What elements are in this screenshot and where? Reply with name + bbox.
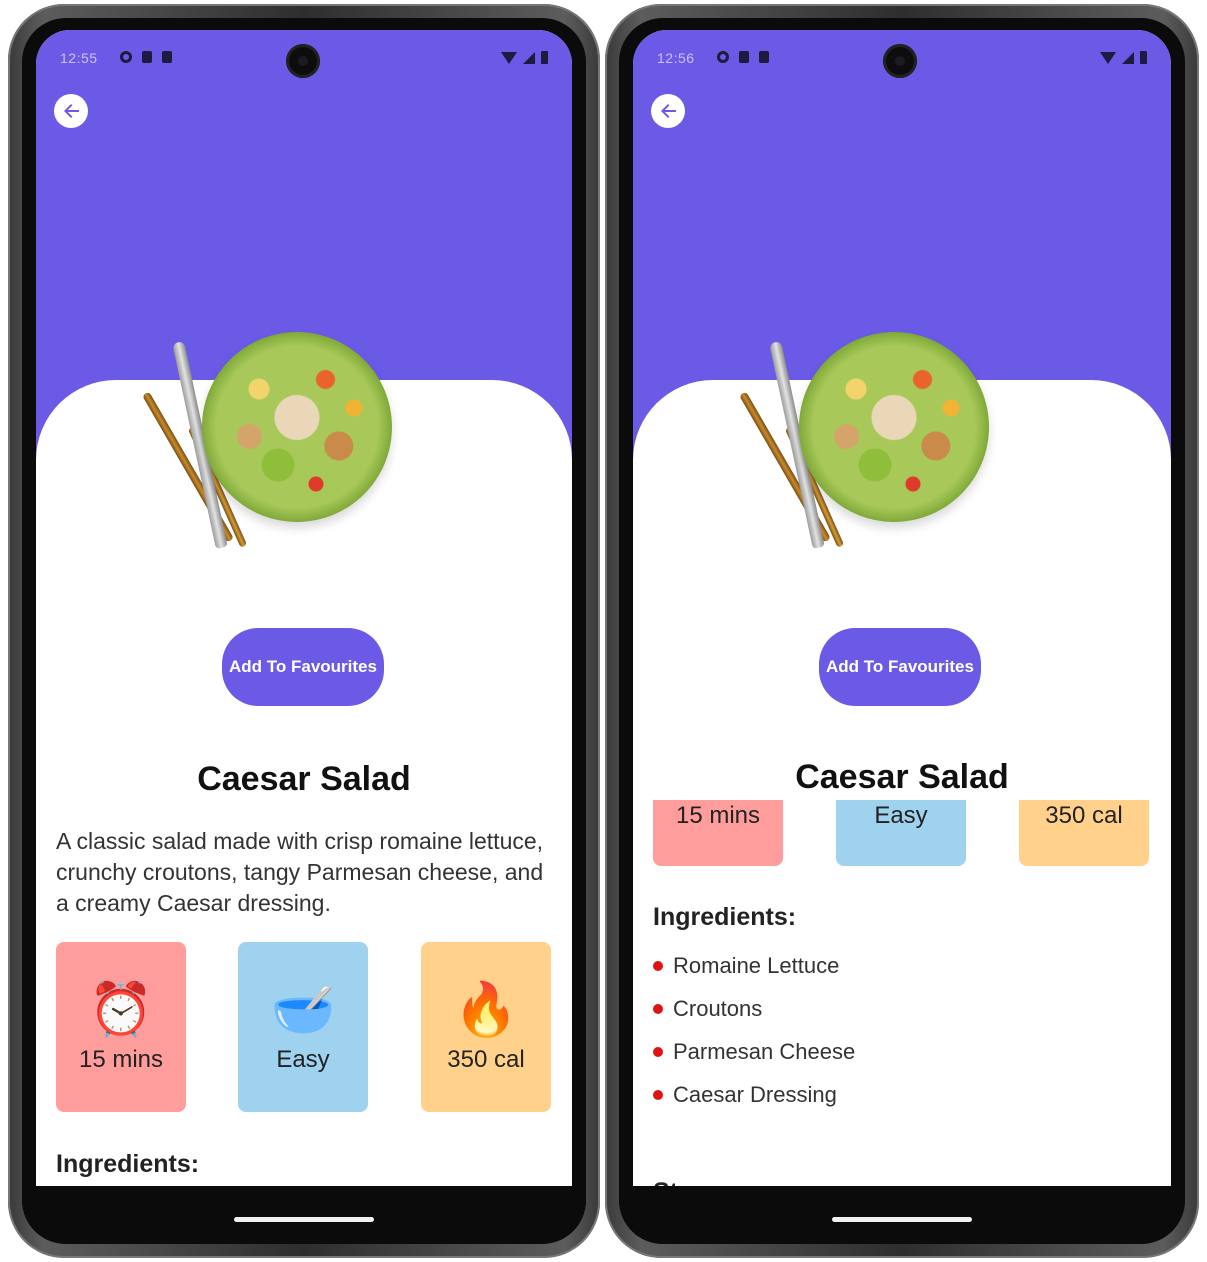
back-button[interactable] [651,94,685,128]
fire-icon: 🔥 [453,981,519,1039]
ingredient-text: Croutons [673,995,763,1021]
add-to-favourites-button[interactable]: Add To Favourites [222,628,384,706]
notification-icon [120,51,132,63]
ingredient-text: Caesar Dressing [673,1081,837,1107]
sd-card-icon [162,51,172,63]
wifi-icon [1100,51,1116,64]
difficulty-card: Easy [836,800,966,866]
battery-icon [541,51,548,64]
list-item: Romaine Lettuce [653,944,855,987]
phone-bezel: 12:56 Add To Favourites 15 mins Easy 350… [619,18,1185,1244]
calories-value: 350 cal [447,1046,525,1073]
list-item: Caesar Dressing [653,1073,855,1116]
navigation-bar [619,1186,1185,1244]
sim-icon [739,51,749,63]
bullet-icon [653,1046,663,1057]
difficulty-card: 🥣 Easy [238,942,368,1112]
signal-icon [1122,51,1134,64]
recipe-screen-left[interactable]: 12:55 Add To Favourites Caesar Salad A c… [36,30,572,1186]
bullet-icon [653,1003,663,1014]
battery-icon [1140,51,1147,64]
recipe-description: A classic salad made with crisp romaine … [56,828,544,916]
phone-bezel: 12:55 Add To Favourites Caesar Salad A c… [22,18,586,1244]
time-card: ⏰ 15 mins [56,942,186,1112]
home-gesture-handle[interactable] [234,1217,374,1222]
back-arrow-icon [64,104,79,118]
list-item: Parmesan Cheese [653,1030,855,1073]
home-gesture-handle[interactable] [832,1217,972,1222]
notification-icon [717,51,729,63]
sd-card-icon [759,51,769,63]
sim-icon [142,51,152,63]
steps-heading: Steps: [653,1178,729,1186]
navigation-bar [22,1186,586,1244]
bullet-icon [653,960,663,971]
system-icons [501,51,548,64]
status-time: 12:55 [60,50,98,66]
list-item: Croutons [653,987,855,1030]
difficulty-value: Easy [874,802,928,829]
time-value: 15 mins [675,802,761,829]
recipe-screen-right[interactable]: 12:56 Add To Favourites 15 mins Easy 350… [633,30,1171,1186]
back-arrow-icon [661,104,676,118]
time-card: 15 mins [653,800,783,866]
bullet-icon [653,1089,663,1100]
time-value: 15 mins [78,1046,164,1073]
recipe-title: Caesar Salad [795,758,1009,796]
ingredients-list: Romaine Lettuce Croutons Parmesan Cheese… [653,944,855,1116]
status-icons [120,51,172,63]
signal-icon [523,51,535,64]
status-icons [717,51,769,63]
ingredients-heading: Ingredients: [56,1150,200,1178]
back-button[interactable] [54,94,88,128]
alarm-clock-icon: ⏰ [88,981,154,1039]
front-camera [286,44,320,78]
calories-card: 350 cal [1019,800,1149,866]
system-icons [1100,51,1147,64]
salad-plate [799,332,989,522]
phone-frame-left: 12:55 Add To Favourites Caesar Salad A c… [8,4,600,1258]
ingredient-text: Romaine Lettuce [673,952,840,978]
front-camera [883,44,917,78]
caesar-salad-image [142,332,404,562]
caesar-salad-image [739,332,1001,562]
status-time: 12:56 [657,50,695,66]
difficulty-value: Easy [276,1046,330,1073]
add-to-favourites-button[interactable]: Add To Favourites [819,628,981,706]
recipe-title: Caesar Salad [197,760,411,798]
ingredient-text: Parmesan Cheese [673,1038,856,1064]
salad-plate [202,332,392,522]
calories-value: 350 cal [1045,802,1123,829]
ingredients-heading: Ingredients: [653,903,797,931]
bowl-icon: 🥣 [270,981,336,1039]
phone-frame-right: 12:56 Add To Favourites 15 mins Easy 350… [605,4,1199,1258]
calories-card: 🔥 350 cal [421,942,551,1112]
wifi-icon [501,51,517,64]
